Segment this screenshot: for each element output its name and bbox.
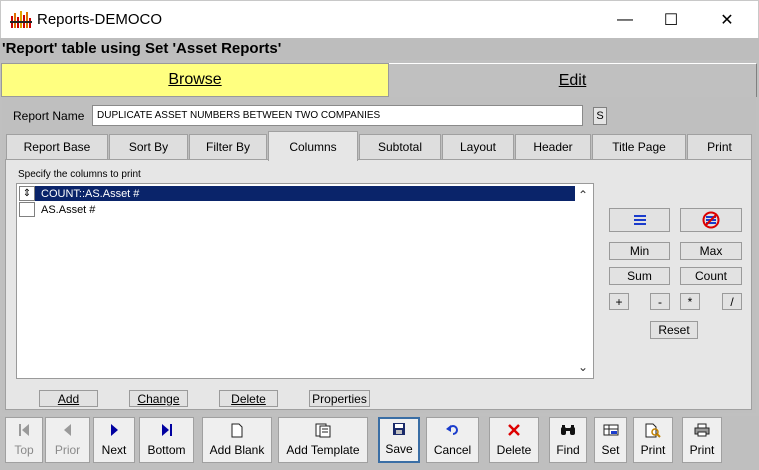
tab-print[interactable]: Print: [687, 134, 752, 159]
minus-button[interactable]: -: [650, 293, 670, 310]
window-title: Reports-DEMOCO: [37, 11, 163, 28]
print-preview-button-label: Print: [640, 443, 666, 457]
binoculars-icon: [560, 421, 576, 439]
minimize-button[interactable]: —: [602, 1, 648, 39]
delete-button-label: Delete: [496, 443, 532, 457]
save-button[interactable]: Save: [378, 417, 420, 463]
set-table-icon: [603, 421, 619, 439]
report-name-field[interactable]: DUPLICATE ASSET NUMBERS BETWEEN TWO COMP…: [92, 105, 583, 126]
minimize-icon: —: [617, 11, 633, 28]
bottom-button-label: Bottom: [147, 443, 186, 457]
tab-sort-by[interactable]: Sort By: [109, 134, 188, 159]
list-item[interactable]: AS.Asset #: [19, 202, 575, 217]
report-name-label: Report Name: [13, 109, 85, 123]
app-icon: [10, 11, 32, 28]
properties-button[interactable]: Properties: [309, 390, 370, 407]
print-button[interactable]: Print: [682, 417, 722, 463]
delete-button[interactable]: Delete: [489, 417, 539, 463]
plus-button[interactable]: +: [609, 293, 629, 310]
tab-layout[interactable]: Layout: [442, 134, 514, 159]
prior-button[interactable]: Prior: [45, 417, 90, 463]
reset-button[interactable]: Reset: [650, 321, 698, 339]
find-button-label: Find: [556, 443, 580, 457]
prior-button-label: Prior: [54, 443, 81, 457]
next-button-label: Next: [101, 443, 127, 457]
scroll-down-icon[interactable]: ⌄: [578, 360, 588, 374]
set-button[interactable]: Set: [594, 417, 627, 463]
find-button[interactable]: Find: [549, 417, 587, 463]
columns-instruction: Specify the columns to print: [18, 169, 141, 180]
set-button-label: Set: [601, 443, 620, 457]
add-template-button-label: Add Template: [286, 443, 360, 457]
close-button[interactable]: ✕: [704, 1, 750, 39]
tab-subtotal[interactable]: Subtotal: [359, 134, 441, 159]
divide-button[interactable]: /: [722, 293, 742, 310]
drag-handle-icon[interactable]: ⇕: [19, 186, 35, 201]
change-column-button[interactable]: Change: [129, 390, 188, 407]
browse-tab[interactable]: Browse: [1, 63, 389, 97]
min-button[interactable]: Min: [609, 242, 670, 260]
add-blank-button-label: Add Blank: [209, 443, 265, 457]
print-preview-icon: [645, 421, 661, 439]
maximize-icon: ☐: [663, 12, 679, 29]
tab-columns[interactable]: Columns: [268, 131, 358, 161]
delete-x-icon: [507, 421, 521, 439]
next-button[interactable]: Next: [93, 417, 135, 463]
drag-handle-icon[interactable]: [19, 202, 35, 217]
save-button-label: Save: [385, 442, 413, 456]
clear-align-button[interactable]: [680, 208, 742, 232]
columns-list[interactable]: ⇕ COUNT::AS.Asset # AS.Asset # ⌃ ⌄: [16, 183, 594, 379]
add-column-button[interactable]: Add: [39, 390, 98, 407]
print-button-label: Print: [689, 443, 715, 457]
tab-title-page[interactable]: Title Page: [592, 134, 686, 159]
report-name-s-button[interactable]: S: [593, 107, 607, 125]
top-button[interactable]: Top: [5, 417, 43, 463]
align-lines-icon: [633, 215, 646, 225]
print-preview-button[interactable]: Print: [633, 417, 673, 463]
template-icon: [315, 421, 331, 439]
list-item-text: COUNT::AS.Asset #: [41, 187, 140, 200]
cancel-button[interactable]: Cancel: [426, 417, 479, 463]
list-item[interactable]: ⇕ COUNT::AS.Asset #: [19, 186, 575, 201]
max-button[interactable]: Max: [680, 242, 742, 260]
add-blank-button[interactable]: Add Blank: [202, 417, 272, 463]
no-align-icon: [702, 211, 720, 229]
next-record-icon: [109, 421, 119, 439]
table-set-caption: 'Report' table using Set 'Asset Reports': [2, 40, 282, 57]
undo-icon: [445, 421, 460, 439]
delete-column-button[interactable]: Delete: [219, 390, 278, 407]
multiply-button[interactable]: *: [680, 293, 700, 310]
first-record-icon: [18, 421, 30, 439]
add-template-button[interactable]: Add Template: [278, 417, 368, 463]
top-button-label: Top: [14, 443, 34, 457]
maximize-button[interactable]: ☐: [648, 1, 694, 39]
subheader-bar: 'Report' table using Set 'Asset Reports': [0, 38, 759, 60]
last-record-icon: [161, 421, 173, 439]
printer-icon: [694, 421, 710, 439]
prior-record-icon: [63, 421, 73, 439]
tab-report-base[interactable]: Report Base: [6, 134, 108, 159]
tab-header[interactable]: Header: [515, 134, 591, 159]
count-button[interactable]: Count: [680, 267, 742, 285]
list-item-text: AS.Asset #: [41, 203, 96, 216]
window-titlebar: Reports-DEMOCO — ☐ ✕: [0, 0, 759, 38]
tab-filter-by[interactable]: Filter By: [189, 134, 267, 159]
sum-button[interactable]: Sum: [609, 267, 670, 285]
blank-page-icon: [231, 421, 243, 439]
scroll-up-icon[interactable]: ⌃: [578, 188, 588, 202]
bottom-button[interactable]: Bottom: [139, 417, 194, 463]
align-button[interactable]: [609, 208, 670, 232]
cancel-button-label: Cancel: [433, 443, 472, 457]
floppy-disk-icon: [392, 420, 406, 438]
edit-tab[interactable]: Edit: [389, 63, 757, 97]
close-icon: ✕: [720, 12, 734, 29]
